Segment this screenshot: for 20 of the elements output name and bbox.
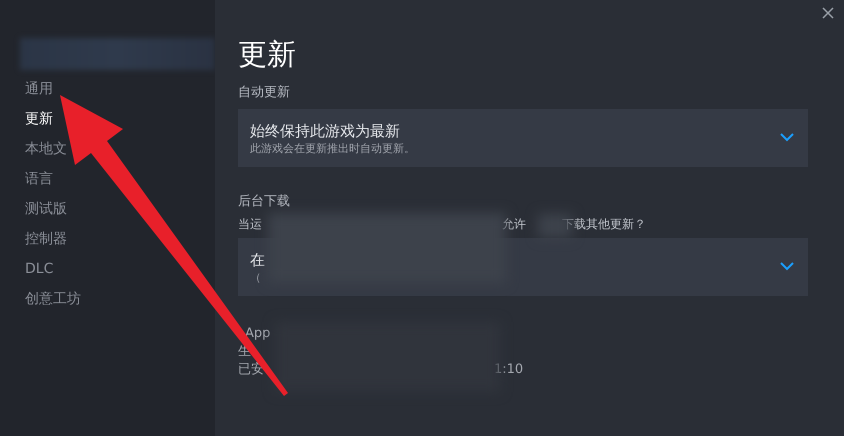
sidebar-item[interactable]: 控制器: [0, 224, 67, 254]
dropdown[interactable]: 始终保持此游戏为最新 此游戏会在更新推出时自动更新。: [238, 109, 808, 167]
chevron-down-icon: [780, 133, 794, 142]
close-icon[interactable]: [822, 7, 834, 19]
sidebar-item[interactable]: 创意工坊: [0, 284, 81, 314]
info-value: 1:10: [494, 361, 524, 379]
chevron-down-icon: [780, 262, 794, 271]
sidebar-item[interactable]: 通用: [0, 74, 53, 104]
sidebar-item[interactable]: DLC: [0, 254, 54, 284]
hint-text: 下载其他更新？: [562, 216, 646, 233]
hint-text: 允许: [502, 216, 526, 233]
sidebar-item[interactable]: 测试版: [0, 194, 67, 224]
sidebar-item[interactable]: 本地文: [0, 134, 67, 164]
sidebar-item[interactable]: 更新: [0, 104, 53, 134]
section-label: 自动更新: [238, 84, 290, 102]
sidebar-item[interactable]: 语言: [0, 164, 53, 194]
page-title: 更新: [238, 36, 297, 73]
section-label: 后台下载: [238, 193, 290, 211]
hint-text: 当运: [238, 216, 262, 233]
info-text: App: [245, 325, 270, 343]
